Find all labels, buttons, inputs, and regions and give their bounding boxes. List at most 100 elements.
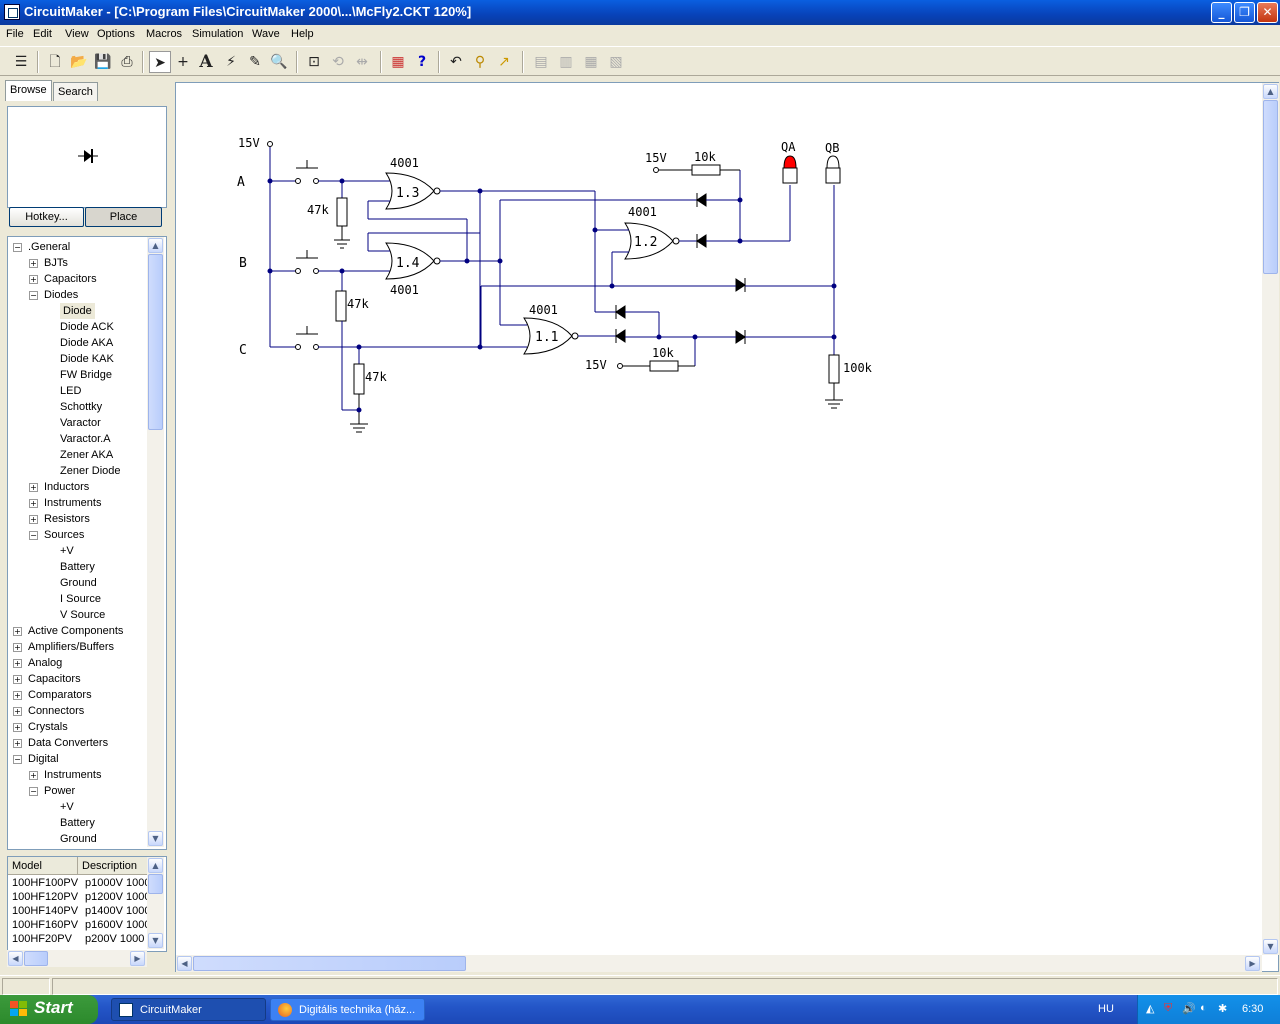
mirror-icon[interactable]: ⇹ xyxy=(351,51,373,73)
tree-item[interactable]: Digital xyxy=(28,751,59,767)
tree-item[interactable]: Ground xyxy=(60,575,97,591)
tree-expander-icon[interactable]: − xyxy=(13,755,22,764)
tree-item[interactable]: Capacitors xyxy=(28,671,81,687)
model-cell-description[interactable]: p1600V 1000 xyxy=(85,919,150,931)
scroll-thumb[interactable] xyxy=(24,951,48,966)
scroll-down-icon[interactable]: ▼ xyxy=(1263,939,1278,954)
restore-button[interactable]: ❐ xyxy=(1234,2,1255,23)
column-header-description[interactable]: Description xyxy=(78,857,148,875)
tree-expander-icon[interactable]: + xyxy=(29,515,38,524)
menu-macros[interactable]: Macros xyxy=(146,28,182,40)
canvas-vscrollbar[interactable]: ▲ ▼ xyxy=(1262,83,1279,955)
scroll-up-icon[interactable]: ▲ xyxy=(148,238,163,253)
tree-item[interactable]: I Source xyxy=(60,591,101,607)
security-icon[interactable]: ⛨ xyxy=(1164,1002,1172,1015)
scroll-right-icon[interactable]: ▶ xyxy=(130,951,145,966)
tree-expander-icon[interactable]: + xyxy=(13,627,22,636)
tree-item[interactable]: Comparators xyxy=(28,687,92,703)
scroll-thumb[interactable] xyxy=(1263,100,1278,274)
model-scrollbar[interactable]: ▲ ▼ xyxy=(147,857,164,949)
canvas-hscrollbar[interactable]: ◀ ▶ xyxy=(176,955,1262,972)
scroll-thumb[interactable] xyxy=(148,874,163,894)
tree-expander-icon[interactable]: + xyxy=(13,691,22,700)
menu-file[interactable]: File xyxy=(6,28,24,40)
tree-expander-icon[interactable]: + xyxy=(29,259,38,268)
model-cell-description[interactable]: p1000V 1000 xyxy=(85,877,150,889)
menu-options[interactable]: Options xyxy=(97,28,135,40)
arrow-icon[interactable]: ➤ xyxy=(149,51,171,73)
tree-item[interactable]: Active Components xyxy=(28,623,123,639)
menu-edit[interactable]: Edit xyxy=(33,28,52,40)
task-firefox[interactable]: Digitális technika (ház... xyxy=(270,998,425,1021)
schematic-drawing[interactable]: 15V 15V 15V A B C 47k 47k 47k 10k 10k 10… xyxy=(176,83,1264,955)
new-icon[interactable]: 🗋 xyxy=(44,51,66,73)
clock[interactable]: 6:30 xyxy=(1242,1003,1263,1015)
open-icon[interactable]: 📂 xyxy=(68,51,90,73)
hotkey-button[interactable]: Hotkey... xyxy=(9,207,84,227)
fit-icon[interactable]: ⊡ xyxy=(303,51,325,73)
undo-icon[interactable]: ↶ xyxy=(445,51,467,73)
tree-expander-icon[interactable]: + xyxy=(29,499,38,508)
scroll-right-icon[interactable]: ▶ xyxy=(1245,956,1260,971)
align3-icon[interactable]: ▦ xyxy=(580,51,602,73)
model-cell-model[interactable]: 100HF120PV xyxy=(12,891,78,903)
tree-expander-icon[interactable]: − xyxy=(29,531,38,540)
tree-expander-icon[interactable]: + xyxy=(13,643,22,652)
model-cell-model[interactable]: 100HF20PV xyxy=(12,933,72,945)
place-button[interactable]: Place xyxy=(85,207,162,227)
probe-icon[interactable]: ⚡ xyxy=(220,51,242,73)
model-cell-description[interactable]: p1200V 1000 xyxy=(85,891,150,903)
netlist-icon[interactable]: ▦ xyxy=(387,51,409,73)
browse-toggle-icon[interactable]: ☰ xyxy=(10,51,32,73)
tree-item[interactable]: Diodes xyxy=(44,287,78,303)
probe2-icon[interactable]: ✎ xyxy=(244,51,266,73)
task-circuitmaker[interactable]: CircuitMaker xyxy=(111,998,266,1021)
wire-icon[interactable]: + xyxy=(172,51,194,73)
tree-expander-icon[interactable]: + xyxy=(29,275,38,284)
tree-expander-icon[interactable]: + xyxy=(13,659,22,668)
tree-item[interactable]: Zener AKA xyxy=(60,447,113,463)
bluetooth-icon[interactable]: ✱ xyxy=(1218,1002,1227,1015)
app-icon[interactable] xyxy=(4,4,20,20)
tool-icon[interactable]: ⚲ xyxy=(469,51,491,73)
tree-item[interactable]: +V xyxy=(60,543,74,559)
tree-expander-icon[interactable]: + xyxy=(13,739,22,748)
tab-browse[interactable]: Browse xyxy=(5,80,52,101)
tree-item[interactable]: Inductors xyxy=(44,479,89,495)
scroll-down-icon[interactable]: ▼ xyxy=(148,933,163,948)
schematic-canvas[interactable]: 15V 15V 15V A B C 47k 47k 47k 10k 10k 10… xyxy=(175,82,1279,972)
network-icon[interactable]: ◭ xyxy=(1146,1002,1154,1015)
tray-app-icon[interactable]: ◐ xyxy=(1200,1002,1207,1014)
column-header-model[interactable]: Model xyxy=(8,857,78,875)
scroll-thumb[interactable] xyxy=(148,254,163,430)
align2-icon[interactable]: ▥ xyxy=(555,51,577,73)
tree-item[interactable]: FW Bridge xyxy=(60,367,112,383)
rotate-icon[interactable]: ⟲ xyxy=(327,51,349,73)
tree-item[interactable]: Schottky xyxy=(60,399,102,415)
tree-item[interactable]: Diode KAK xyxy=(60,351,114,367)
close-button[interactable]: ✕ xyxy=(1257,2,1278,23)
language-indicator[interactable]: HU xyxy=(1098,1003,1114,1015)
tree-expander-icon[interactable]: − xyxy=(13,243,22,252)
help-icon[interactable]: ? xyxy=(411,51,433,73)
scroll-left-icon[interactable]: ◀ xyxy=(8,951,23,966)
tree-expander-icon[interactable]: − xyxy=(29,787,38,796)
menu-wave[interactable]: Wave xyxy=(252,28,280,40)
tree-expander-icon[interactable]: + xyxy=(29,771,38,780)
model-hscrollbar[interactable]: ◀ ▶ xyxy=(7,950,147,967)
tree-item[interactable]: .General xyxy=(28,239,70,255)
volume-icon[interactable]: 🔊 xyxy=(1182,1002,1196,1015)
tree-scrollbar[interactable]: ▲ ▼ xyxy=(147,237,164,847)
tree-item[interactable]: Diode ACK xyxy=(60,319,114,335)
tree-item[interactable]: BJTs xyxy=(44,255,68,271)
tab-search[interactable]: Search xyxy=(53,82,98,101)
tree-expander-icon[interactable]: − xyxy=(29,291,38,300)
minimize-button[interactable]: _ xyxy=(1211,2,1232,23)
model-cell-model[interactable]: 100HF100PV xyxy=(12,877,78,889)
tree-item[interactable]: Diode AKA xyxy=(60,335,113,351)
tree-item[interactable]: Diode xyxy=(60,303,95,319)
tree-expander-icon[interactable]: + xyxy=(13,723,22,732)
menu-help[interactable]: Help xyxy=(291,28,314,40)
tree-item[interactable]: Varactor.A xyxy=(60,431,111,447)
tree-item[interactable]: Analog xyxy=(28,655,62,671)
